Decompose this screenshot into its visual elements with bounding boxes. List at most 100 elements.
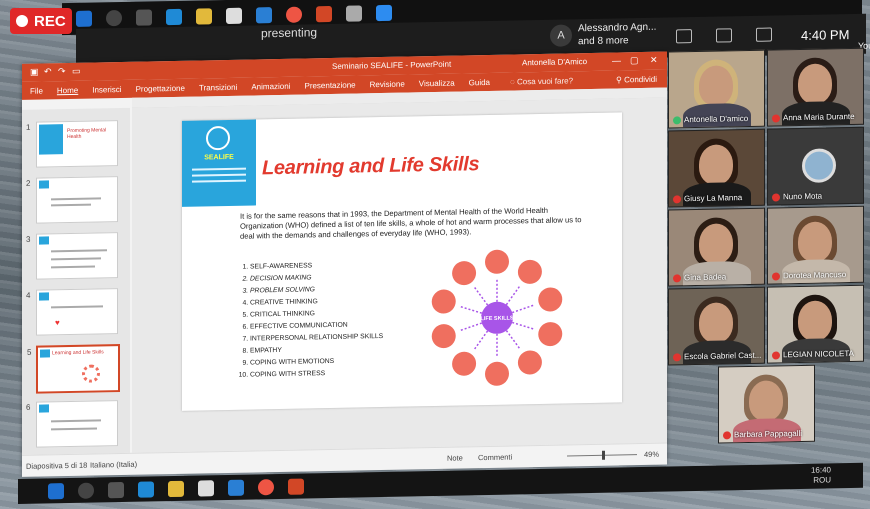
- participant-name-tag: Barbara Pappagalli: [723, 429, 802, 440]
- thumbnail-diagram: [82, 364, 100, 383]
- edge-icon[interactable]: [166, 8, 182, 26]
- slide-thumbnail[interactable]: 6: [26, 400, 118, 448]
- task-view-icon[interactable]: [136, 9, 152, 26]
- app-icon[interactable]: [346, 5, 362, 22]
- participant-tile[interactable]: LEGIAN NICOLETA: [767, 284, 864, 364]
- skill-petal: [431, 289, 456, 314]
- presenting-label: presenting: [261, 25, 318, 41]
- chrome-icon[interactable]: [286, 6, 302, 23]
- close-icon[interactable]: ✕: [650, 55, 658, 66]
- ppt-window-title: Seminario SEALIFE - PowerPoint: [332, 59, 452, 71]
- participant-tile[interactable]: Giusy La Manna: [668, 128, 765, 208]
- participant-face: [798, 221, 832, 263]
- skill-petal: [452, 261, 477, 286]
- participant-name: LEGIAN NICOLETA: [783, 348, 854, 360]
- powerpoint-taskbar-icon[interactable]: [288, 478, 304, 495]
- participant-face: [699, 223, 733, 264]
- participant-face: [699, 302, 733, 343]
- participant-tile[interactable]: Antonella D'amico: [668, 49, 765, 129]
- store-icon[interactable]: [226, 7, 242, 25]
- maximize-icon[interactable]: ▢: [630, 55, 639, 66]
- skill-petal: [452, 351, 477, 376]
- undo-icon[interactable]: ↶: [44, 66, 52, 77]
- zoom-slider-thumb[interactable]: [602, 450, 605, 460]
- windows-start-icon[interactable]: [48, 482, 64, 499]
- life-skills-diagram: LIFE SKILLS: [431, 249, 563, 386]
- heart-icon: ♥: [55, 318, 60, 328]
- thumbnail-logo: [39, 236, 49, 245]
- tab-animations[interactable]: Animazioni: [251, 81, 290, 91]
- attendees-summary[interactable]: Alessandro Agn... and 8 more: [578, 21, 656, 49]
- thumbnail-text-line: [51, 305, 103, 308]
- recording-indicator: REC: [10, 8, 72, 34]
- language-indicator[interactable]: Italiano (Italia): [90, 460, 137, 470]
- tab-insert[interactable]: Inserisci: [92, 85, 121, 95]
- chat-icon[interactable]: [716, 28, 732, 43]
- participant-name: Escola Gabriel Cast...: [684, 350, 762, 362]
- lightbulb-icon: ◌: [510, 76, 517, 87]
- notes-button[interactable]: Note: [447, 453, 463, 462]
- slide-thumbnail-pane[interactable]: 1 Promoting Mental Health 2 3 4 ♥ 5 Lear…: [22, 107, 130, 455]
- slide-thumbnail[interactable]: 3: [26, 232, 118, 280]
- mic-muted-icon: [772, 192, 780, 202]
- participant-tile[interactable]: Anna Maria Durante: [767, 47, 864, 127]
- logo-text-line: [192, 173, 246, 177]
- store-icon[interactable]: [198, 479, 214, 497]
- windows-start-icon[interactable]: [76, 10, 92, 27]
- mic-muted-icon: [673, 194, 681, 203]
- tab-design[interactable]: Progettazione: [136, 83, 185, 93]
- file-explorer-icon[interactable]: [196, 8, 212, 25]
- edge-icon[interactable]: [138, 480, 154, 498]
- minimize-icon[interactable]: —: [612, 55, 621, 65]
- zoom-level[interactable]: 49%: [644, 450, 659, 459]
- slide-title: Learning and Life Skills: [262, 153, 480, 180]
- participant-tile[interactable]: Gina Badea: [668, 207, 765, 287]
- tab-help[interactable]: Guida: [469, 77, 490, 86]
- search-icon[interactable]: [78, 482, 94, 499]
- slide-thumbnail[interactable]: 2: [26, 176, 118, 224]
- tab-view[interactable]: Visualizza: [419, 78, 455, 88]
- tell-me-search[interactable]: ◌ Cosa vuoi fare?: [510, 76, 573, 86]
- tab-transitions[interactable]: Transizioni: [199, 82, 237, 92]
- share-button[interactable]: ⚲ Condividi: [616, 74, 657, 84]
- skill-item: INTERPERSONAL RELATIONSHIP SKILLS: [250, 331, 383, 346]
- slide-editing-canvas[interactable]: SEALIFE Learning and Life Skills It is f…: [132, 97, 667, 453]
- participants-icon[interactable]: [676, 29, 692, 44]
- tab-slideshow[interactable]: Presentazione: [304, 80, 355, 90]
- chrome-icon[interactable]: [258, 478, 274, 495]
- powerpoint-taskbar-icon[interactable]: [316, 5, 332, 23]
- attendee-avatar[interactable]: A: [550, 24, 572, 47]
- ppt-user-name[interactable]: Antonella D'Amico: [522, 57, 587, 67]
- participant-tile[interactable]: Barbara Pappagalli: [718, 364, 815, 444]
- slide-thumbnail[interactable]: 4 ♥: [26, 288, 118, 336]
- keyboard-language: ROU: [813, 475, 831, 485]
- save-icon[interactable]: ▣: [30, 67, 39, 78]
- current-slide[interactable]: SEALIFE Learning and Life Skills It is f…: [182, 112, 622, 411]
- participant-face: [699, 144, 733, 185]
- zoom-taskbar-icon[interactable]: [376, 4, 392, 22]
- participant-tile[interactable]: Dorotea Mancuso: [767, 205, 864, 285]
- comments-button[interactable]: Commenti: [478, 453, 512, 463]
- share-screen-icon[interactable]: [756, 27, 772, 42]
- video-gallery: Antonella D'amico Anna Maria Durante Giu…: [668, 47, 864, 462]
- system-clock[interactable]: 16:40 ROU: [811, 465, 831, 485]
- participant-tile[interactable]: Escola Gabriel Cast...: [668, 286, 765, 366]
- skill-petal: [517, 259, 542, 284]
- participant-tile[interactable]: Nuno Mota: [767, 126, 864, 206]
- search-icon[interactable]: [106, 10, 122, 27]
- thumbnail-text-line: [51, 419, 101, 422]
- slide-thumbnail[interactable]: 1 Promoting Mental Health: [26, 120, 118, 168]
- participant-name: Anna Maria Durante: [783, 111, 855, 123]
- start-slideshow-icon[interactable]: ▭: [72, 66, 81, 77]
- task-view-icon[interactable]: [108, 481, 124, 498]
- tab-home[interactable]: Home: [57, 85, 78, 94]
- tab-review[interactable]: Revisione: [370, 79, 405, 89]
- profile-picture: [802, 148, 836, 183]
- mail-icon[interactable]: [228, 479, 244, 496]
- redo-icon[interactable]: ↷: [58, 66, 66, 77]
- slide-thumbnail-selected[interactable]: 5 Learning and Life Skills: [27, 344, 120, 394]
- file-explorer-icon[interactable]: [168, 480, 184, 497]
- tab-file[interactable]: File: [30, 86, 43, 95]
- record-dot-icon: [16, 15, 28, 27]
- mail-icon[interactable]: [256, 7, 272, 24]
